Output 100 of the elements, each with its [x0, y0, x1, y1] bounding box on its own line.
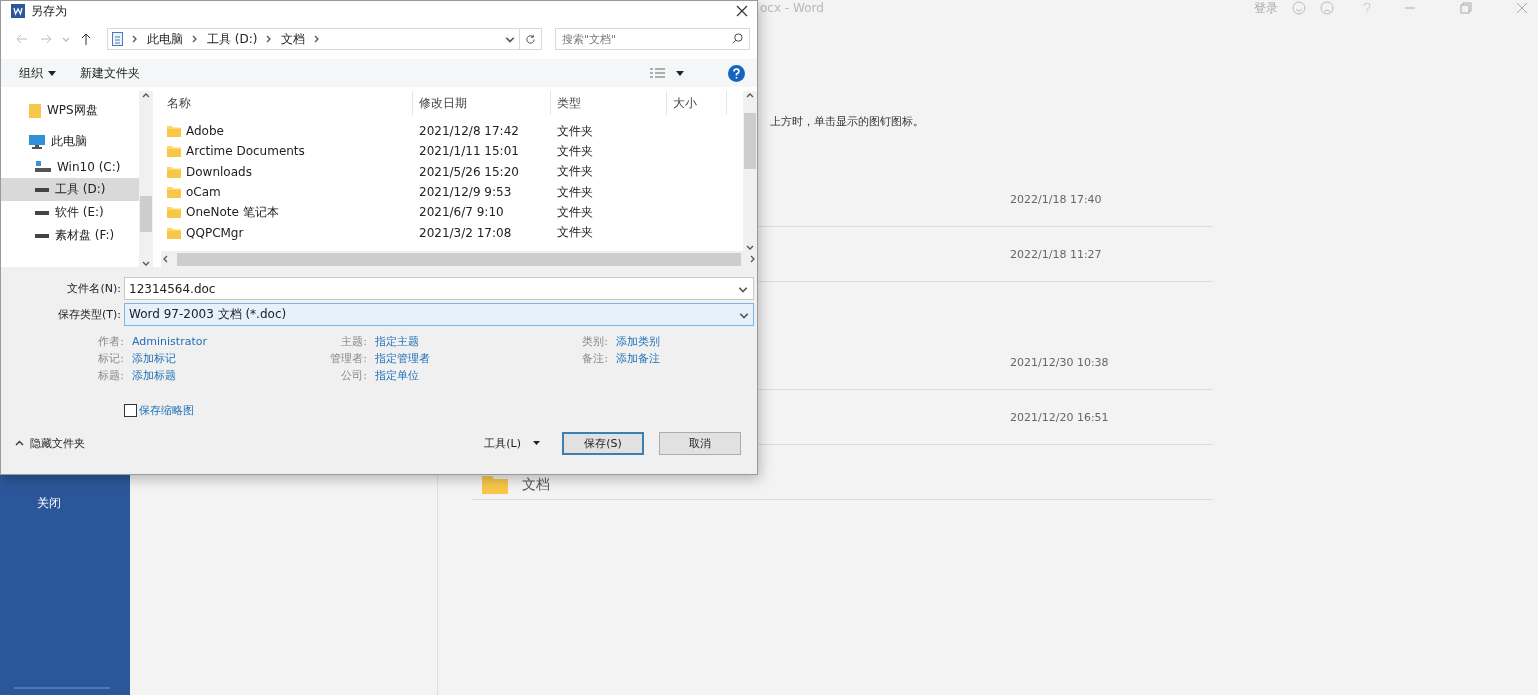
property-link[interactable]: 添加标记: [132, 351, 176, 366]
hint-text: 上方时，单击显示的图钉图标。: [770, 114, 925, 129]
property-link[interactable]: 添加备注: [616, 351, 660, 366]
file-name[interactable]: QQPCMgr: [161, 225, 413, 240]
property-label: 标题:: [97, 368, 125, 383]
restore-icon[interactable]: [1460, 2, 1472, 14]
list-view-icon: [650, 68, 666, 78]
scrollbar[interactable]: [139, 91, 153, 267]
file-name[interactable]: Adobe: [161, 124, 413, 139]
nav-item[interactable]: WPS网盘: [1, 99, 139, 122]
property-link[interactable]: Administrator: [132, 335, 207, 348]
caret-icon: [48, 70, 56, 76]
modified-date: 2021/6/7 9:10: [418, 205, 505, 220]
dialog-title: 另存为: [31, 2, 67, 20]
file-name-field[interactable]: 12314564.doc: [124, 277, 754, 300]
property-link[interactable]: 添加类别: [616, 334, 660, 349]
column-header[interactable]: 名称: [161, 91, 413, 115]
arrow-up-icon: [81, 33, 91, 45]
hide-folders-button[interactable]: 隐藏文件夹: [15, 435, 85, 451]
nav-item[interactable]: Win10 (C:): [1, 155, 139, 178]
checkbox[interactable]: [124, 404, 137, 417]
caret-icon: [746, 91, 754, 99]
new-folder-button[interactable]: 新建文件夹: [80, 64, 140, 82]
refresh-icon: [525, 33, 536, 45]
drive-icon: [35, 210, 49, 215]
address-bar[interactable]: 此电脑 工具 (D:) 文档: [107, 28, 520, 50]
caret-icon: [131, 35, 139, 43]
property-link[interactable]: 指定主题: [375, 334, 419, 349]
scrollbar[interactable]: [161, 251, 757, 267]
caret-icon: [142, 91, 150, 99]
modified-date: 2021/3/2 17:08: [418, 225, 513, 240]
folder-icon: [29, 103, 41, 118]
search-field[interactable]: 搜索"文档": [555, 28, 750, 50]
scrollbar-thumb[interactable]: [140, 196, 152, 232]
caret-icon: [62, 35, 70, 43]
folder-icon: [167, 226, 181, 239]
nav-item[interactable]: 此电脑: [1, 130, 139, 153]
file-type: 文件夹: [556, 163, 594, 181]
modified-date: 2022/1/18 17:40: [1010, 192, 1102, 206]
view-options-button[interactable]: [650, 68, 684, 78]
field-label: 保存类型(T):: [57, 307, 122, 322]
caret-icon: [738, 284, 748, 294]
breadcrumb-item[interactable]: 此电脑: [147, 30, 183, 48]
caret-icon: [533, 441, 540, 445]
column-header[interactable]: 类型: [551, 91, 667, 115]
folder-icon: [167, 186, 181, 199]
modified-date: 2021/12/20 16:51: [1010, 410, 1109, 424]
property-link[interactable]: 指定管理者: [375, 351, 430, 366]
column-header[interactable]: 大小: [667, 91, 727, 115]
help-icon[interactable]: [728, 64, 745, 82]
close-icon[interactable]: [1516, 2, 1528, 14]
file-name[interactable]: Downloads: [161, 164, 413, 179]
modified-date: 2022/1/18 11:27: [1010, 247, 1102, 261]
checkbox-label[interactable]: 保存缩略图: [139, 403, 194, 418]
smiley-icon[interactable]: [1292, 1, 1306, 15]
arrow-right-icon: [40, 34, 52, 44]
property-label: 管理者:: [329, 351, 368, 366]
window-title: ocx - Word: [760, 1, 824, 15]
sidebar-item[interactable]: 关闭: [0, 493, 130, 513]
file-name[interactable]: Arctime Documents: [161, 144, 413, 159]
caret-icon: [676, 70, 684, 76]
word-logo-icon: [11, 4, 25, 18]
nav-item[interactable]: 工具 (D:): [1, 178, 139, 201]
property-label: 类别:: [581, 334, 609, 349]
save-button[interactable]: 保存(S): [562, 431, 644, 455]
file-type: 文件夹: [556, 142, 594, 160]
refresh-button[interactable]: [520, 28, 542, 50]
property-link[interactable]: 添加标题: [132, 368, 176, 383]
caret-icon: [191, 35, 199, 43]
modified-date: 2021/5/26 15:20: [418, 164, 520, 179]
file-type: 文件夹: [556, 183, 594, 201]
caret-icon: [505, 34, 515, 44]
modified-date: 2021/12/8 17:42: [418, 124, 520, 139]
property-link[interactable]: 指定单位: [375, 368, 419, 383]
close-icon: [736, 5, 748, 17]
breadcrumb-item[interactable]: 文档: [281, 30, 306, 48]
column-header[interactable]: 修改日期: [413, 91, 551, 115]
drive-icon: [35, 160, 51, 173]
caret-icon: [161, 255, 169, 263]
folder-icon: [167, 125, 181, 138]
scrollbar-thumb[interactable]: [177, 252, 741, 266]
modified-date: 2021/1/11 15:01: [418, 144, 520, 159]
file-name[interactable]: OneNote 笔记本: [161, 203, 413, 221]
cancel-button[interactable]: 取消: [659, 431, 741, 455]
recent-folder-name[interactable]: 文档: [522, 476, 550, 494]
file-type: 文件夹: [556, 203, 594, 221]
organize-button[interactable]: 组织: [19, 64, 56, 82]
nav-item[interactable]: 素材盘 (F:): [1, 224, 139, 247]
breadcrumb-item[interactable]: 工具 (D:): [207, 30, 258, 48]
scrollbar-thumb[interactable]: [744, 113, 756, 169]
sad-face-icon[interactable]: [1320, 1, 1334, 15]
field-label: 文件名(N):: [66, 281, 122, 296]
document-icon: [112, 32, 123, 46]
scrollbar[interactable]: [743, 91, 757, 251]
nav-item[interactable]: 软件 (E:): [1, 201, 139, 224]
file-type: 文件夹: [556, 224, 594, 242]
file-name[interactable]: oCam: [161, 185, 413, 200]
tools-button[interactable]: 工具(L): [484, 435, 540, 451]
save-type-dropdown[interactable]: Word 97-2003 文档 (*.doc): [124, 303, 754, 326]
drive-icon: [35, 187, 49, 192]
